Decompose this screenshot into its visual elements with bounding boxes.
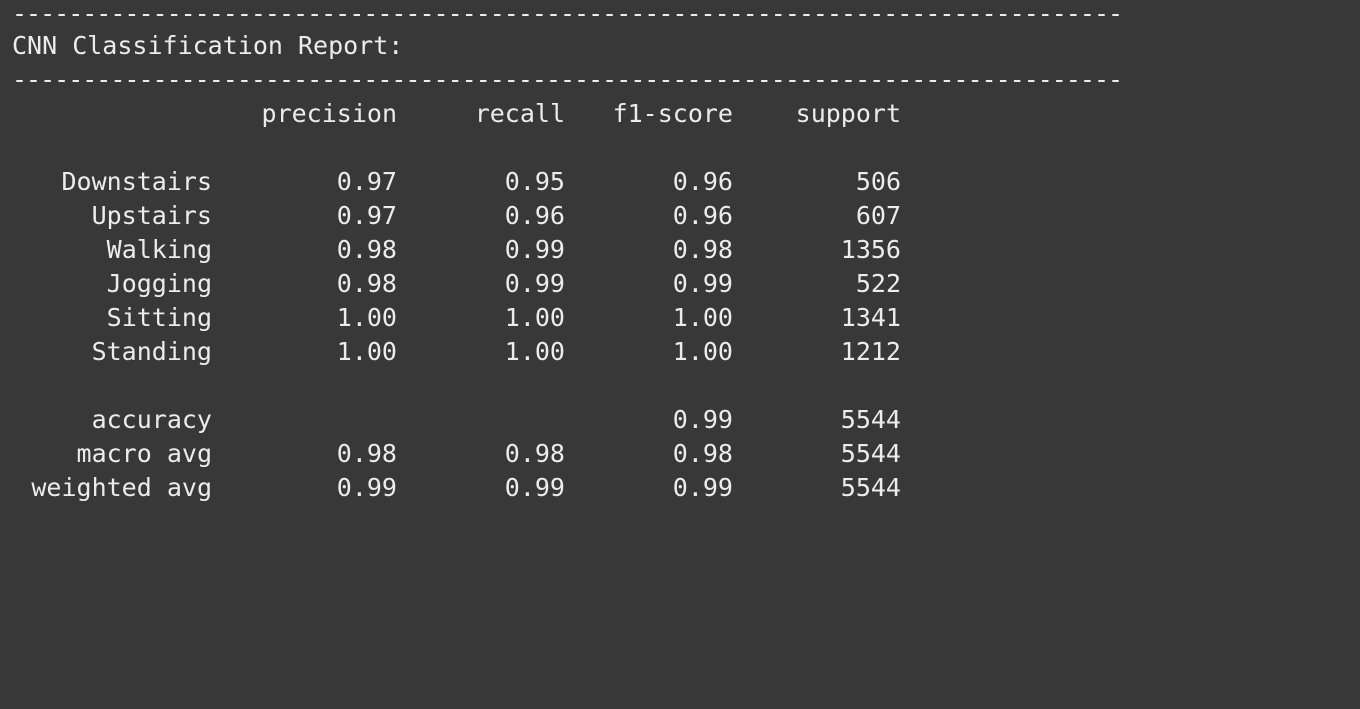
precision-value: 0.97 [336, 201, 397, 230]
row-label: macro avg [76, 439, 212, 468]
support-value: 5544 [840, 439, 901, 468]
precision-value: 0.98 [336, 235, 397, 264]
header-precision: precision [261, 99, 397, 128]
row-label: Standing [91, 337, 212, 366]
precision-value: 1.00 [336, 337, 397, 366]
f1-score-value: 0.98 [672, 235, 733, 264]
row-label: Downstairs [61, 167, 212, 196]
f1-score-value: 0.99 [672, 473, 733, 502]
recall-value: 1.00 [504, 303, 565, 332]
recall-value: 0.96 [504, 201, 565, 230]
row-label: accuracy [91, 405, 212, 434]
f1-score-value: 0.99 [672, 405, 733, 434]
support-value: 1356 [840, 235, 901, 264]
support-value: 5544 [840, 405, 901, 434]
support-value: 5544 [840, 473, 901, 502]
f1-score-value: 1.00 [672, 303, 733, 332]
precision-value: 0.98 [336, 439, 397, 468]
support-value: 607 [855, 201, 901, 230]
summary-row-macro-avg: macro avg 0.98 0.98 0.98 5544 [0, 437, 1360, 471]
summary-row-accuracy: accuracy 0.99 5544 [0, 403, 1360, 437]
precision-value: 0.98 [336, 269, 397, 298]
row-label: Walking [106, 235, 212, 264]
row-label: Upstairs [91, 201, 212, 230]
precision-value: 0.97 [336, 167, 397, 196]
recall-value: 0.99 [504, 269, 565, 298]
header-support: support [795, 99, 901, 128]
f1-score-value: 0.96 [672, 201, 733, 230]
precision-value: 1.00 [336, 303, 397, 332]
f1-score-value: 0.96 [672, 167, 733, 196]
support-value: 522 [855, 269, 901, 298]
f1-score-value: 1.00 [672, 337, 733, 366]
table-row: Sitting 1.00 1.00 1.00 1341 [0, 301, 1360, 335]
recall-value [400, 403, 565, 437]
row-label: Jogging [106, 269, 212, 298]
recall-value: 1.00 [504, 337, 565, 366]
recall-value: 0.99 [504, 235, 565, 264]
f1-score-value: 0.99 [672, 269, 733, 298]
recall-value: 0.99 [504, 473, 565, 502]
row-label: weighted avg [31, 473, 212, 502]
table-row: Jogging 0.98 0.99 0.99 522 [0, 267, 1360, 301]
report-title: CNN Classification Report: [12, 31, 404, 60]
recall-value: 0.95 [504, 167, 565, 196]
f1-score-value: 0.98 [672, 439, 733, 468]
support-value: 1212 [840, 337, 901, 366]
recall-value: 0.98 [504, 439, 565, 468]
header-row: precision recall f1-score support [0, 97, 1360, 131]
table-row: Walking 0.98 0.99 0.98 1356 [0, 233, 1360, 267]
precision-value [220, 403, 397, 437]
header-f1-score: f1-score [612, 99, 733, 128]
table-row: Downstairs 0.97 0.95 0.96 506 [0, 165, 1360, 199]
terminal-output: ----------------------------------------… [0, 0, 1360, 545]
summary-row-weighted-avg: weighted avg 0.99 0.99 0.99 5544 [0, 471, 1360, 505]
table-row: Upstairs 0.97 0.96 0.96 607 [0, 199, 1360, 233]
separator-rule-bottom: ----------------------------------------… [12, 65, 1123, 94]
precision-value: 0.99 [336, 473, 397, 502]
header-recall: recall [474, 99, 565, 128]
table-row: Standing 1.00 1.00 1.00 1212 [0, 335, 1360, 369]
separator-rule-top: ----------------------------------------… [12, 0, 1123, 28]
support-value: 1341 [840, 303, 901, 332]
support-value: 506 [855, 167, 901, 196]
row-label: Sitting [106, 303, 212, 332]
